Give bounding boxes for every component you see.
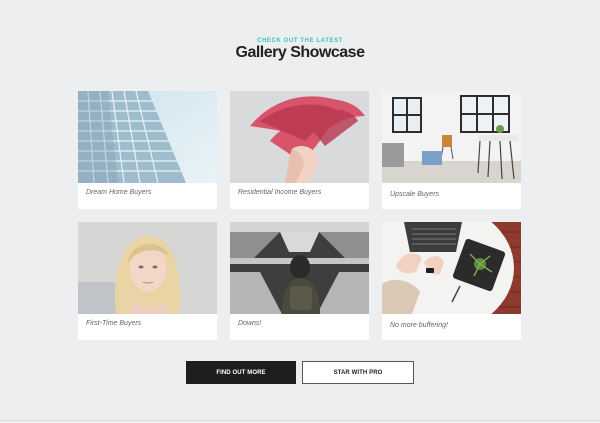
gallery-card[interactable]: Dream Home Buyers xyxy=(78,91,217,209)
gallery-image-architecture[interactable] xyxy=(230,222,369,314)
find-out-more-button[interactable]: FIND OUT MORE xyxy=(186,361,296,384)
gallery-card[interactable]: Upscale Buyers xyxy=(382,91,521,209)
gallery-caption: Downs! xyxy=(238,320,262,327)
gallery-image-interior[interactable] xyxy=(382,91,521,183)
gallery-grid: Dream Home Buyers Residential Income Buy… xyxy=(78,91,522,340)
section-title: Gallery Showcase xyxy=(235,44,365,61)
section-divider xyxy=(0,420,600,421)
gallery-caption: Residential Income Buyers xyxy=(238,189,322,196)
gallery-card[interactable]: Downs! xyxy=(230,222,369,340)
gallery-image-building[interactable] xyxy=(78,91,217,183)
gallery-caption: No more buffering! xyxy=(390,322,448,329)
gallery-caption: Upscale Buyers xyxy=(390,191,440,198)
star-with-pro-button[interactable]: STAR WITH PRO xyxy=(302,361,414,384)
gallery-card[interactable]: No more buffering! xyxy=(382,222,521,340)
gallery-card[interactable]: Residential Income Buyers xyxy=(230,91,369,209)
gallery-caption: Dream Home Buyers xyxy=(86,189,152,196)
gallery-caption: First-Time Buyers xyxy=(86,320,142,327)
gallery-image-portrait[interactable] xyxy=(78,222,217,314)
gallery-card[interactable]: First-Time Buyers xyxy=(78,222,217,340)
gallery-image-laptop[interactable] xyxy=(382,222,521,314)
gallery-image-pink-hair[interactable] xyxy=(230,91,369,183)
